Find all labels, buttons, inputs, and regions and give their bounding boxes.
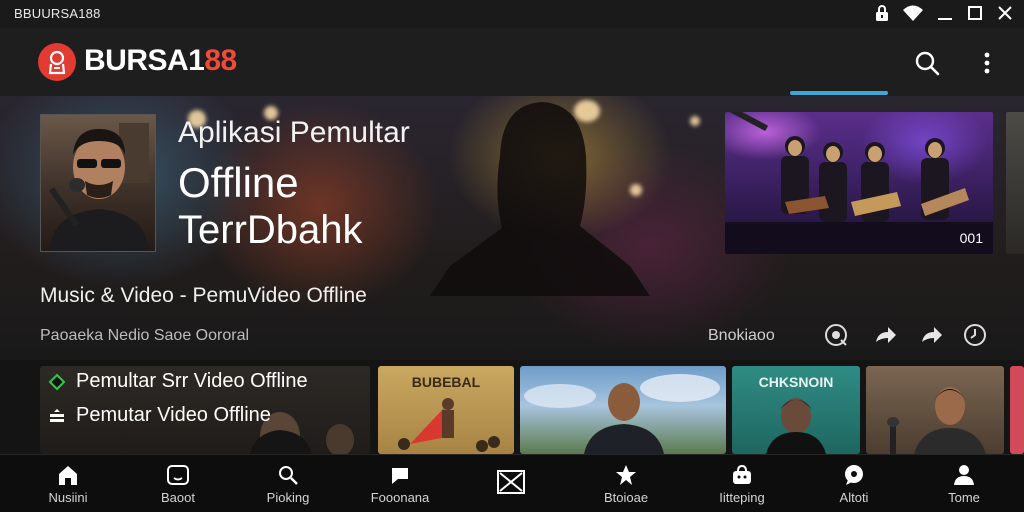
play-outline-icon [48, 373, 66, 390]
home-icon [59, 466, 77, 485]
wifi-icon [903, 5, 923, 21]
artist-thumbnail[interactable] [40, 114, 156, 252]
forward-icon[interactable] [918, 322, 944, 348]
minimize-icon[interactable] [936, 4, 954, 22]
nav-label: Altoti [839, 490, 869, 505]
band-thumbnail[interactable]: 001 [725, 112, 993, 254]
nav-item-star[interactable]: Btoioae [576, 455, 676, 512]
timer-icon[interactable] [962, 322, 988, 348]
maximize-icon[interactable] [966, 4, 984, 22]
content-card[interactable] [520, 366, 726, 454]
queue-icon [50, 408, 64, 422]
nav-item-profile[interactable]: Tome [914, 455, 1014, 512]
more-vert-icon[interactable] [972, 48, 1002, 78]
status-bar: BBUURSA188 [0, 0, 1024, 28]
content-card[interactable] [866, 366, 1004, 454]
nav-item-video[interactable]: Baoot [128, 455, 228, 512]
next-thumbnail[interactable] [1006, 112, 1024, 254]
nav-label: Iitteping [719, 490, 765, 505]
star-icon [616, 465, 636, 485]
nav-item-speech[interactable]: Altoti [804, 455, 904, 512]
close-box-icon[interactable] [496, 467, 526, 497]
search-icon [279, 466, 298, 485]
lock-icon [876, 5, 888, 21]
speech-icon [845, 465, 863, 485]
nav-label: Tome [948, 490, 980, 505]
window-controls [874, 4, 1014, 22]
nav-item-search[interactable]: Pioking [238, 455, 338, 512]
hero-action-label[interactable]: Bnokiaoo [708, 327, 775, 345]
app-bar: BURSA188 [0, 28, 1024, 96]
app-logo-icon [38, 43, 76, 81]
app-name-accent: 88 [204, 44, 237, 77]
band-badge: 001 [959, 230, 983, 246]
hero-banner[interactable]: Aplikasi Pemultar Offline TerrDbahk 001 … [0, 96, 1024, 360]
status-bar-title: BBUURSA188 [14, 6, 101, 21]
app-name-main: BURSA1 [84, 44, 205, 77]
stage-light [690, 116, 700, 126]
nav-item-chat[interactable]: Fooonana [350, 455, 450, 512]
playlist-panel: Pemultar Srr Video Offline Pemutar Video… [40, 366, 370, 454]
band-image [725, 112, 993, 254]
list-item[interactable]: Pemutar Video Offline [48, 404, 271, 427]
list-item-label: Pemutar Video Offline [76, 404, 271, 426]
nav-item-bag[interactable]: Iitteping [692, 455, 792, 512]
content-card[interactable] [1010, 366, 1024, 454]
bag-icon [733, 464, 751, 484]
singer-image [48, 123, 149, 251]
content-card[interactable]: CHKSNOIN [732, 366, 860, 454]
nav-label: Btoioae [603, 490, 649, 505]
card-illustration [887, 387, 986, 454]
hero-subtitle: Music & Video - PemuVideo Offline [40, 284, 367, 307]
nav-label: Baoot [161, 490, 195, 505]
nav-label: Pioking [266, 490, 310, 505]
hero-meta: Paoaeka Nedio Saoe Oororal [40, 327, 250, 344]
close-icon[interactable] [996, 4, 1014, 22]
nav-item-home[interactable]: Nusiini [18, 455, 118, 512]
card-illustration [398, 398, 500, 452]
video-icon [167, 465, 189, 485]
nav-label: Nusiini [48, 490, 88, 505]
search-icon[interactable] [912, 48, 942, 78]
list-item[interactable]: Pemultar Srr Video Offline [48, 370, 308, 393]
nav-label: Fooonana [370, 490, 430, 505]
hero-title-line1: Aplikasi Pemultar [178, 116, 410, 149]
app-name: BURSA188 [84, 44, 237, 78]
card-illustration [766, 398, 826, 454]
tab-indicator [790, 91, 888, 95]
person-icon [954, 465, 974, 485]
hero-title: Aplikasi Pemultar Offline TerrDbahk [178, 116, 598, 252]
chat-icon [392, 468, 408, 484]
card-illustration [524, 374, 720, 454]
list-item-label: Pemultar Srr Video Offline [76, 370, 308, 392]
bottom-navigation: Nusiini Baoot Pioking Fooonana Btoioae I… [0, 454, 1024, 512]
content-card[interactable]: BUBEBAL [378, 366, 514, 454]
hero-title-line3: TerrDbahk [178, 208, 363, 252]
hero-title-line2: Offline [178, 159, 299, 206]
share-icon[interactable] [872, 322, 898, 348]
explore-icon[interactable] [823, 322, 849, 348]
